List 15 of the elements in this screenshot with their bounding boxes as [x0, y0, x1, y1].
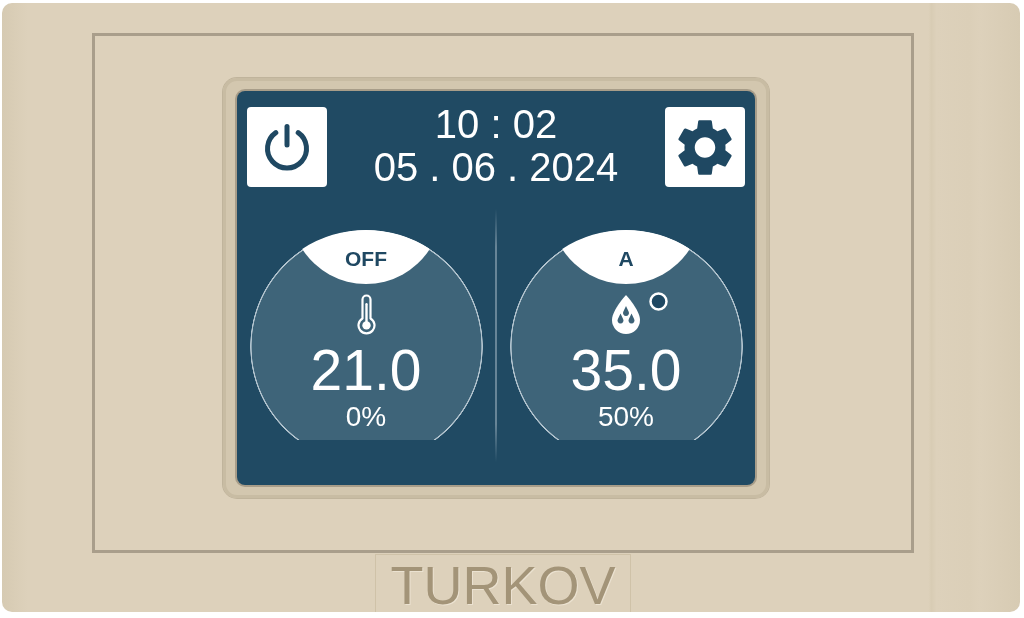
output-percent: 0% [345, 403, 387, 431]
settings-button[interactable] [665, 107, 745, 187]
thermometer-icon [356, 294, 376, 335]
mode-button[interactable]: OFF [302, 230, 430, 284]
power-icon [264, 123, 310, 171]
clock-date: 05 . 06 . 2024 [373, 146, 619, 189]
reading-value: 21.0 [310, 342, 422, 399]
humidity-drop-icon [611, 294, 641, 334]
output-percent: 50% [597, 403, 654, 431]
clock-time: 10 : 02 [434, 103, 558, 146]
mode-button[interactable]: A [562, 230, 690, 284]
settings-icon [678, 118, 732, 176]
brand-logo: TURKOV [375, 554, 631, 612]
power-button[interactable] [247, 107, 327, 187]
reading-value: 35.0 [570, 342, 682, 399]
